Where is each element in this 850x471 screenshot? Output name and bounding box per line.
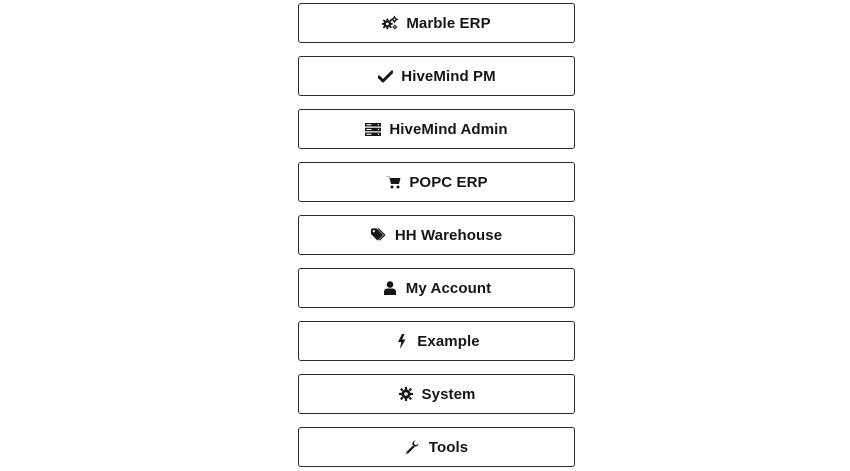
popc-erp-label: POPC ERP [409,173,488,191]
tools-label: Tools [428,438,469,456]
marble-erp-button[interactable]: Marble ERP [298,3,575,43]
hh-warehouse-label: HH Warehouse [394,226,503,244]
system-label: System [421,385,476,403]
marble-erp-label: Marble ERP [406,14,491,32]
my-account-label: My Account [405,279,492,297]
example-button[interactable]: Example [298,321,575,361]
app-menu: Marble ERP HiveMind PM HiveMind Admin PO… [298,3,575,467]
user-icon [382,280,398,296]
system-button[interactable]: System [298,374,575,414]
bolt-icon [393,333,409,349]
hivemind-pm-label: HiveMind PM [401,67,496,85]
check-icon [377,68,393,84]
gear-icon [398,386,414,402]
my-account-button[interactable]: My Account [298,268,575,308]
hivemind-pm-button[interactable]: HiveMind PM [298,56,575,96]
wrench-icon [405,439,421,455]
example-label: Example [417,332,480,350]
server-icon [365,121,382,137]
tags-icon [370,227,387,243]
shopping-cart-icon [385,174,401,190]
popc-erp-button[interactable]: POPC ERP [298,162,575,202]
hivemind-admin-label: HiveMind Admin [389,120,508,138]
cogs-icon [382,15,399,31]
hivemind-admin-button[interactable]: HiveMind Admin [298,109,575,149]
tools-button[interactable]: Tools [298,427,575,467]
hh-warehouse-button[interactable]: HH Warehouse [298,215,575,255]
